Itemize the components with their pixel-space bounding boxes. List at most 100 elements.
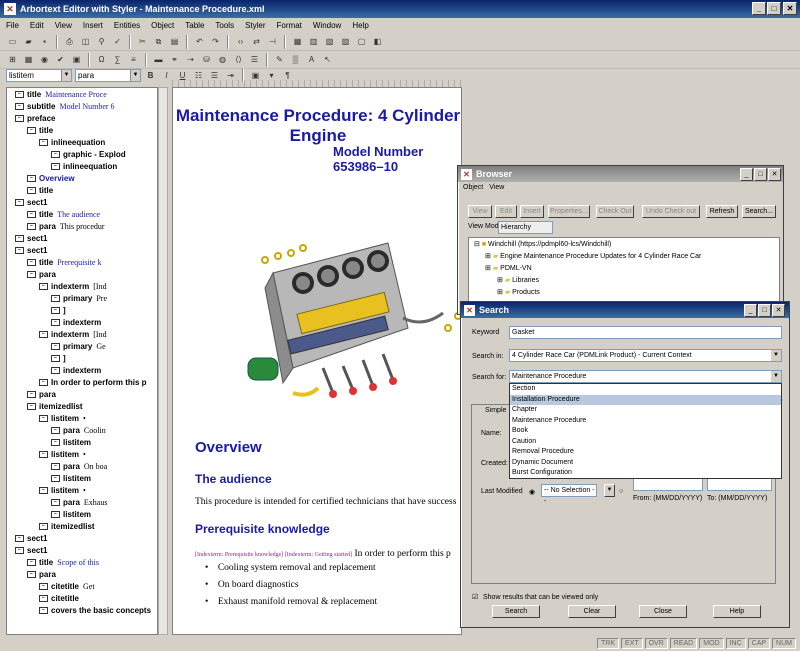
insert-markup-icon[interactable]: ‹› (234, 35, 247, 48)
dropdown-option[interactable]: Book (510, 426, 781, 437)
menu-tools[interactable]: Tools (215, 21, 234, 30)
show-tags-icon[interactable]: ⟨⟩ (232, 53, 245, 66)
search-in-select[interactable]: 4 Cylinder Race Car (PDMLink Product) - … (509, 349, 782, 362)
chevron-down-icon[interactable]: ▼ (771, 350, 781, 361)
tree-node[interactable]: − primary Ge (51, 342, 106, 351)
tree-node[interactable]: − indexterm [Ind (39, 330, 107, 339)
menu-view[interactable]: View (489, 184, 504, 191)
undo-icon[interactable]: ↶ (193, 35, 206, 48)
maximize-icon[interactable]: □ (758, 304, 771, 317)
collapse-icon[interactable]: − (39, 331, 48, 339)
view-button[interactable]: View (468, 205, 492, 218)
split-icon[interactable]: ⊣ (266, 35, 279, 48)
collapse-icon[interactable]: − (51, 463, 60, 471)
collapse-icon[interactable]: − (27, 259, 36, 267)
collapse-icon[interactable]: − (15, 91, 24, 99)
tree-node[interactable]: − sect1 (15, 246, 47, 255)
tree-node[interactable]: − indexterm (51, 366, 101, 375)
tree-node-products[interactable]: ⊞ ▰ Products (497, 288, 540, 296)
collapse-icon[interactable]: − (15, 199, 24, 207)
menu-entities[interactable]: Entities (114, 21, 140, 30)
collapse-icon[interactable]: − (51, 343, 60, 351)
graphic-icon[interactable]: ▬ (152, 53, 165, 66)
close-button[interactable]: Close (639, 605, 687, 618)
line-spacing-icon[interactable]: ☰ (248, 53, 261, 66)
tree-node[interactable]: − listitem (51, 510, 91, 519)
tree-node[interactable]: − subtitle Model Number 6 (15, 102, 115, 111)
bold-button[interactable]: B (144, 69, 157, 82)
radio-button[interactable]: ◉ (529, 488, 535, 496)
tree-node[interactable]: − indexterm (51, 318, 101, 327)
to-date-input[interactable] (707, 478, 772, 491)
tree-node[interactable]: − para On boa (51, 462, 107, 471)
tree-node[interactable]: − itemizedlist (27, 402, 83, 411)
menu-table[interactable]: Table (185, 21, 204, 30)
collapse-icon[interactable]: − (27, 211, 36, 219)
dropdown-option[interactable]: Removal Procedure (510, 447, 781, 458)
collapse-icon[interactable]: − (39, 595, 48, 603)
save-icon[interactable]: ▪ (38, 35, 51, 48)
collapse-icon[interactable]: − (27, 571, 36, 579)
collapse-icon[interactable]: − (51, 439, 60, 447)
tree-node[interactable]: − Overview (27, 174, 75, 183)
paste-icon[interactable]: ▤ (168, 35, 181, 48)
collapse-icon[interactable]: − (51, 499, 60, 507)
tree-node[interactable]: − para Coolin (51, 426, 106, 435)
collapse-icon[interactable]: − (15, 115, 24, 123)
collapse-icon[interactable]: − (39, 415, 48, 423)
dropdown-option[interactable]: Caution (510, 437, 781, 448)
style-combo[interactable]: para ▼ (75, 68, 141, 82)
edit-tree-icon[interactable]: ⊞ (6, 53, 19, 66)
tree-node[interactable]: − listitem • (39, 486, 86, 495)
tree-node[interactable]: − indexterm [Ind (39, 282, 107, 291)
tree-node[interactable]: − title Maintenance Proce (15, 90, 107, 99)
from-date-input[interactable] (633, 478, 703, 491)
collapse-icon[interactable]: − (39, 379, 48, 387)
tree-node-engine[interactable]: ⊞ ▰ Engine Maintenance Procedure Updates… (485, 252, 701, 260)
refresh-button[interactable]: Refresh (706, 205, 738, 218)
collapse-icon[interactable]: − (27, 391, 36, 399)
highlight-icon[interactable]: ▒ (289, 53, 302, 66)
collapse-icon[interactable]: − (39, 451, 48, 459)
table-check-icon[interactable]: ▧ (323, 35, 336, 48)
tree-node-windchill[interactable]: ⊟ ■ Windchill (https://pdmpl60-lcs/Windc… (474, 240, 611, 248)
dropdown-option[interactable]: Section (510, 384, 781, 395)
menu-format[interactable]: Format (277, 21, 302, 30)
search-button[interactable]: Search... (742, 205, 776, 218)
tree-node[interactable]: − listitem • (39, 450, 86, 459)
change-markup-icon[interactable]: ⇄ (250, 35, 263, 48)
close-icon[interactable]: ✕ (783, 2, 797, 15)
tree-node[interactable]: − title The audience (27, 210, 100, 219)
open-folder-icon[interactable]: ▰ (22, 35, 35, 48)
xref-icon[interactable]: ⇢ (184, 53, 197, 66)
tree-node[interactable]: − inlineequation (51, 162, 117, 171)
tree-node[interactable]: − para (27, 390, 56, 399)
pointer-icon[interactable]: ↖ (321, 53, 334, 66)
collapse-icon[interactable]: − (39, 283, 48, 291)
keyword-input[interactable]: Gasket (509, 326, 782, 339)
table-insert-icon[interactable]: ▥ (307, 35, 320, 48)
validate-icon[interactable]: ✔ (54, 53, 67, 66)
table-icon[interactable]: ▦ (291, 35, 304, 48)
collapse-icon[interactable]: − (15, 247, 24, 255)
collapse-icon[interactable]: − (39, 607, 48, 615)
tree-node[interactable]: − primary Pre (51, 294, 107, 303)
tree-node[interactable]: − para (27, 570, 56, 579)
minimize-icon[interactable]: _ (744, 304, 757, 317)
tree-node-libraries[interactable]: ⊞ ▰ Libraries (497, 276, 539, 284)
tree-node[interactable]: − sect1 (15, 234, 47, 243)
undo-check-out-button[interactable]: Undo Check out (642, 205, 700, 218)
search-for-select[interactable]: Maintenance Procedure ▼ (509, 370, 782, 383)
tree-node[interactable]: − inlineequation (39, 138, 105, 147)
menu-object[interactable]: Object (151, 21, 174, 30)
preview-icon[interactable]: ◉ (38, 53, 51, 66)
collapse-icon[interactable]: − (27, 187, 36, 195)
chevron-down-icon[interactable]: ▼ (604, 484, 615, 497)
minimize-icon[interactable]: _ (740, 168, 753, 181)
search-submit-button[interactable]: Search (492, 605, 540, 618)
font-size-icon[interactable]: A (305, 53, 318, 66)
tree-node[interactable]: − itemizedlist (39, 522, 95, 531)
print-icon[interactable]: ⎙ (63, 35, 76, 48)
document-map-icon[interactable]: ▦ (22, 53, 35, 66)
maximize-icon[interactable]: □ (767, 2, 781, 15)
